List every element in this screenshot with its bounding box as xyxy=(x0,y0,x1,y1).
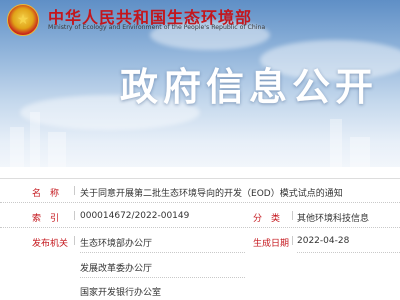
national-emblem-icon[interactable]: ★ xyxy=(7,4,39,36)
name-label: 名 称 xyxy=(32,189,60,199)
divider xyxy=(80,277,245,278)
category-label: 分 类 xyxy=(253,214,281,224)
divider xyxy=(0,227,400,228)
document-info-table: 名 称 | 关于同意开展第二批生态环境导向的开发（EOD）模式试点的通知 索 引… xyxy=(0,177,400,300)
issuer-item: 生态环境部办公厅 xyxy=(80,239,153,249)
divider xyxy=(80,252,245,253)
skyline-decoration xyxy=(10,127,24,167)
publish-date: 2022-04-28 xyxy=(297,236,350,246)
skyline-decoration xyxy=(330,119,342,167)
separator: | xyxy=(73,236,77,246)
skyline-decoration xyxy=(30,112,40,167)
document-title: 关于同意开展第二批生态环境导向的开发（EOD）模式试点的通知 xyxy=(80,189,343,199)
separator: | xyxy=(73,186,77,196)
issuer-item: 发展改革委办公厅 xyxy=(80,264,153,274)
index-number: 000014672/2022-00149 xyxy=(80,211,190,221)
separator: | xyxy=(291,211,295,221)
separator: | xyxy=(291,236,295,246)
separator: | xyxy=(73,211,77,221)
section-title: 政府信息公开 xyxy=(120,65,379,109)
header-banner: ★ 中华人民共和国生态环境部 Ministry of Ecology and E… xyxy=(0,0,400,167)
index-label: 索 引 xyxy=(32,214,60,224)
issuer-item: 国家开发银行办公室 xyxy=(80,288,162,298)
issuer-label: 发布机关 xyxy=(32,239,69,249)
skyline-decoration xyxy=(350,137,370,167)
site-subtitle: Ministry of Ecology and Environment of t… xyxy=(48,24,266,31)
divider xyxy=(0,202,400,203)
divider xyxy=(297,252,400,253)
category-value: 其他环境科技信息 xyxy=(297,214,370,224)
date-label: 生成日期 xyxy=(253,239,290,249)
skyline-decoration xyxy=(48,132,66,167)
